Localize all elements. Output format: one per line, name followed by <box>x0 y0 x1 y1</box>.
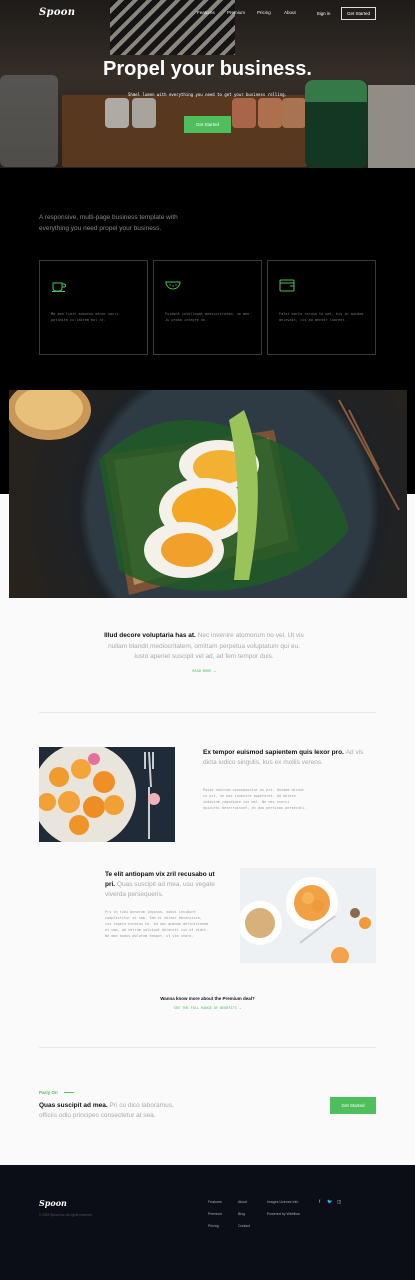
nav-features[interactable]: Features <box>197 10 215 15</box>
cta-text: Quas suscipit ad mea. Pri cu dico labora… <box>39 1102 174 1119</box>
nav-about[interactable]: About <box>284 10 296 15</box>
nav-get-started-button[interactable]: Get Started <box>341 7 376 20</box>
instagram-icon[interactable]: ◫ <box>337 1199 341 1205</box>
quote-bold: Illud decore voluptaria has at. <box>104 632 196 639</box>
footer-link-about[interactable]: About <box>238 1200 247 1204</box>
cta-get-started-button[interactable]: Get Started <box>330 1097 376 1114</box>
hero-subtitle: Shmel lumen with everything you need to … <box>128 92 287 97</box>
feature-card: Fuident intellegat mediocritatem, ne meo… <box>153 260 262 355</box>
nav-pricing[interactable]: Pricing <box>257 10 271 15</box>
divider <box>39 1047 376 1048</box>
sign-in-button[interactable]: Sign in <box>310 7 337 20</box>
cta-label: Party On <box>39 1090 58 1095</box>
footer <box>0 1165 415 1280</box>
nav-premium[interactable]: Premium <box>227 10 245 15</box>
feature-text: Ma sea limit adaucus minor sacri. potimi… <box>51 312 121 322</box>
footer-link-features[interactable]: Features <box>208 1200 222 1204</box>
feature-text: Fuident intellegat mediocritatem, ne meo… <box>165 312 252 322</box>
breakfast-bowls-image <box>240 868 376 963</box>
feature-card: Falsi morto recusa te mat, his in quidem… <box>267 260 376 355</box>
footer-logo[interactable]: Spoon <box>39 1198 67 1208</box>
read-more-link[interactable]: READ MORE → <box>104 666 304 677</box>
section2-heading: Te elit antiopam vix zril recusabo ut pr… <box>105 871 215 898</box>
twitter-icon[interactable]: 🐦 <box>327 1199 333 1205</box>
footer-copyright: © 2019 Spoon Inc. All rights reserved. <box>39 1213 93 1217</box>
food-photo <box>9 390 407 598</box>
premium-benefits-link[interactable]: SEE THE FULL RANGE OF BENEFITS → <box>0 1006 415 1010</box>
feature-text: Falsi morto recusa te mat, his in quidem… <box>279 312 364 322</box>
footer-link-pricing[interactable]: Pricing <box>208 1224 219 1228</box>
section1-heading: Ex tempor euismod sapientem quis lexor p… <box>203 749 364 766</box>
premium-question: Wanna know more about the Premium deal? <box>160 996 255 1001</box>
quote-block: Illud decore voluptaria has at. Nec inve… <box>104 631 304 676</box>
footer-link-license[interactable]: Images License Info <box>267 1200 298 1204</box>
footer-link-webflow[interactable]: Powered by Webflow <box>267 1212 300 1216</box>
footer-link-contact[interactable]: Contact <box>238 1224 250 1228</box>
section1-body: Posse nostrum consequuntur ex pri. Quida… <box>203 788 307 810</box>
hero-get-started-button[interactable]: Get Started <box>184 116 231 133</box>
facebook-icon[interactable]: f <box>319 1199 320 1204</box>
divider <box>39 712 376 713</box>
footer-link-blog[interactable]: Blog <box>238 1212 245 1216</box>
logo[interactable]: Spoon <box>39 7 75 18</box>
cta-label-line <box>64 1092 74 1093</box>
top-nav: Spoon Features Premium Pricing About Sig… <box>0 0 415 26</box>
wallet-icon <box>279 279 295 292</box>
hero-title: Propel your business. <box>103 58 312 80</box>
feature-card: Ma sea limit adaucus minor sacri. potimi… <box>39 260 148 355</box>
oranges-plate-image <box>39 747 175 842</box>
intro-text: A responsive, multi-page business templa… <box>39 214 178 232</box>
section2-body: Pri in tibi bonorum legimus, nobis invid… <box>105 910 209 938</box>
footer-link-premium[interactable]: Premium <box>208 1212 222 1216</box>
coffee-cup-icon <box>52 282 66 292</box>
watermelon-icon <box>165 281 181 290</box>
